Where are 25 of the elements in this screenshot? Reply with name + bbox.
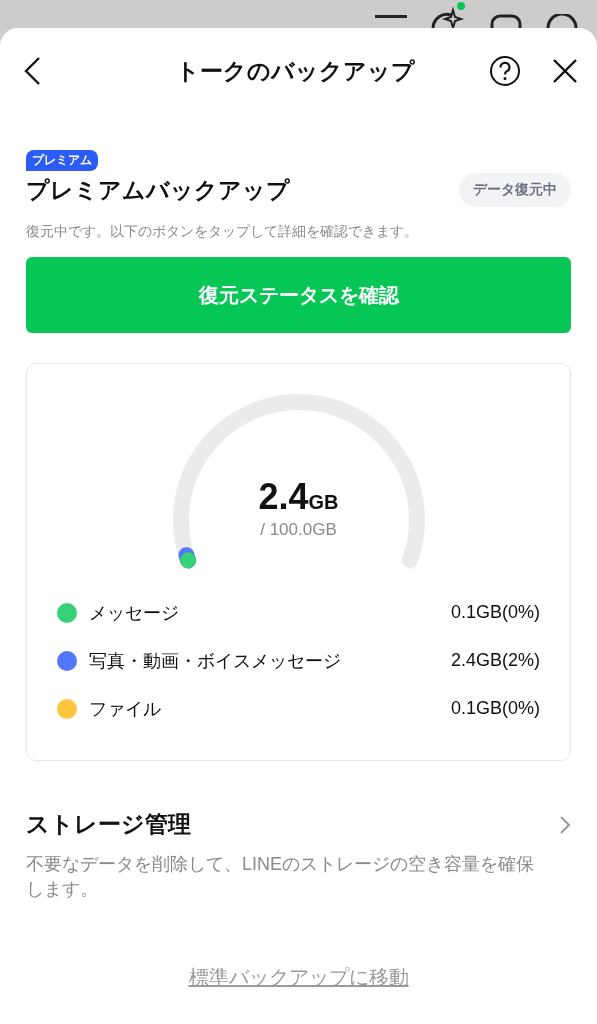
legend-value: 0.1GB(0%): [450, 602, 540, 623]
standard-backup-link[interactable]: 標準バックアップに移動: [188, 966, 409, 989]
back-icon[interactable]: [22, 56, 42, 86]
section-title: プレミアムバックアップ: [26, 175, 290, 205]
legend-label: 写真・動画・ボイスメッセージ: [89, 649, 342, 673]
chevron-icon: [559, 814, 571, 835]
legend-value: 2.4GB(2%): [450, 650, 540, 671]
menu-icon: [375, 15, 407, 18]
total-capacity: / 100.0GB: [259, 520, 338, 540]
legend-value: 0.1GB(0%): [450, 698, 540, 719]
legend-label: ファイル: [89, 697, 162, 721]
storage-description: 不要なデータを削除して、LINEのストレージの空き容量を確保します。: [26, 853, 536, 902]
legend-label: メッセージ: [89, 601, 180, 625]
storage-title: ストレージ管理: [26, 810, 191, 839]
storage-row[interactable]: ストレージ管理 不要なデータを削除して、LINEのストレージの空き容量を確保します。: [26, 809, 571, 903]
check-status-button[interactable]: 復元ステータスを確認: [26, 257, 571, 333]
sparkle-icon: [429, 2, 467, 28]
premium-badge: プレミアム: [26, 150, 98, 171]
description-text: 復元中です。以下のボタンをタップして詳細を確認できます。: [26, 223, 419, 241]
sheet-title: トークのバックアップ: [175, 56, 416, 86]
help-icon[interactable]: [489, 55, 521, 87]
status-tag: データ復元中: [459, 173, 571, 207]
close-icon[interactable]: [551, 57, 579, 85]
gauge-fill: [177, 547, 196, 569]
used-amount: 2.4GB: [258, 476, 339, 518]
